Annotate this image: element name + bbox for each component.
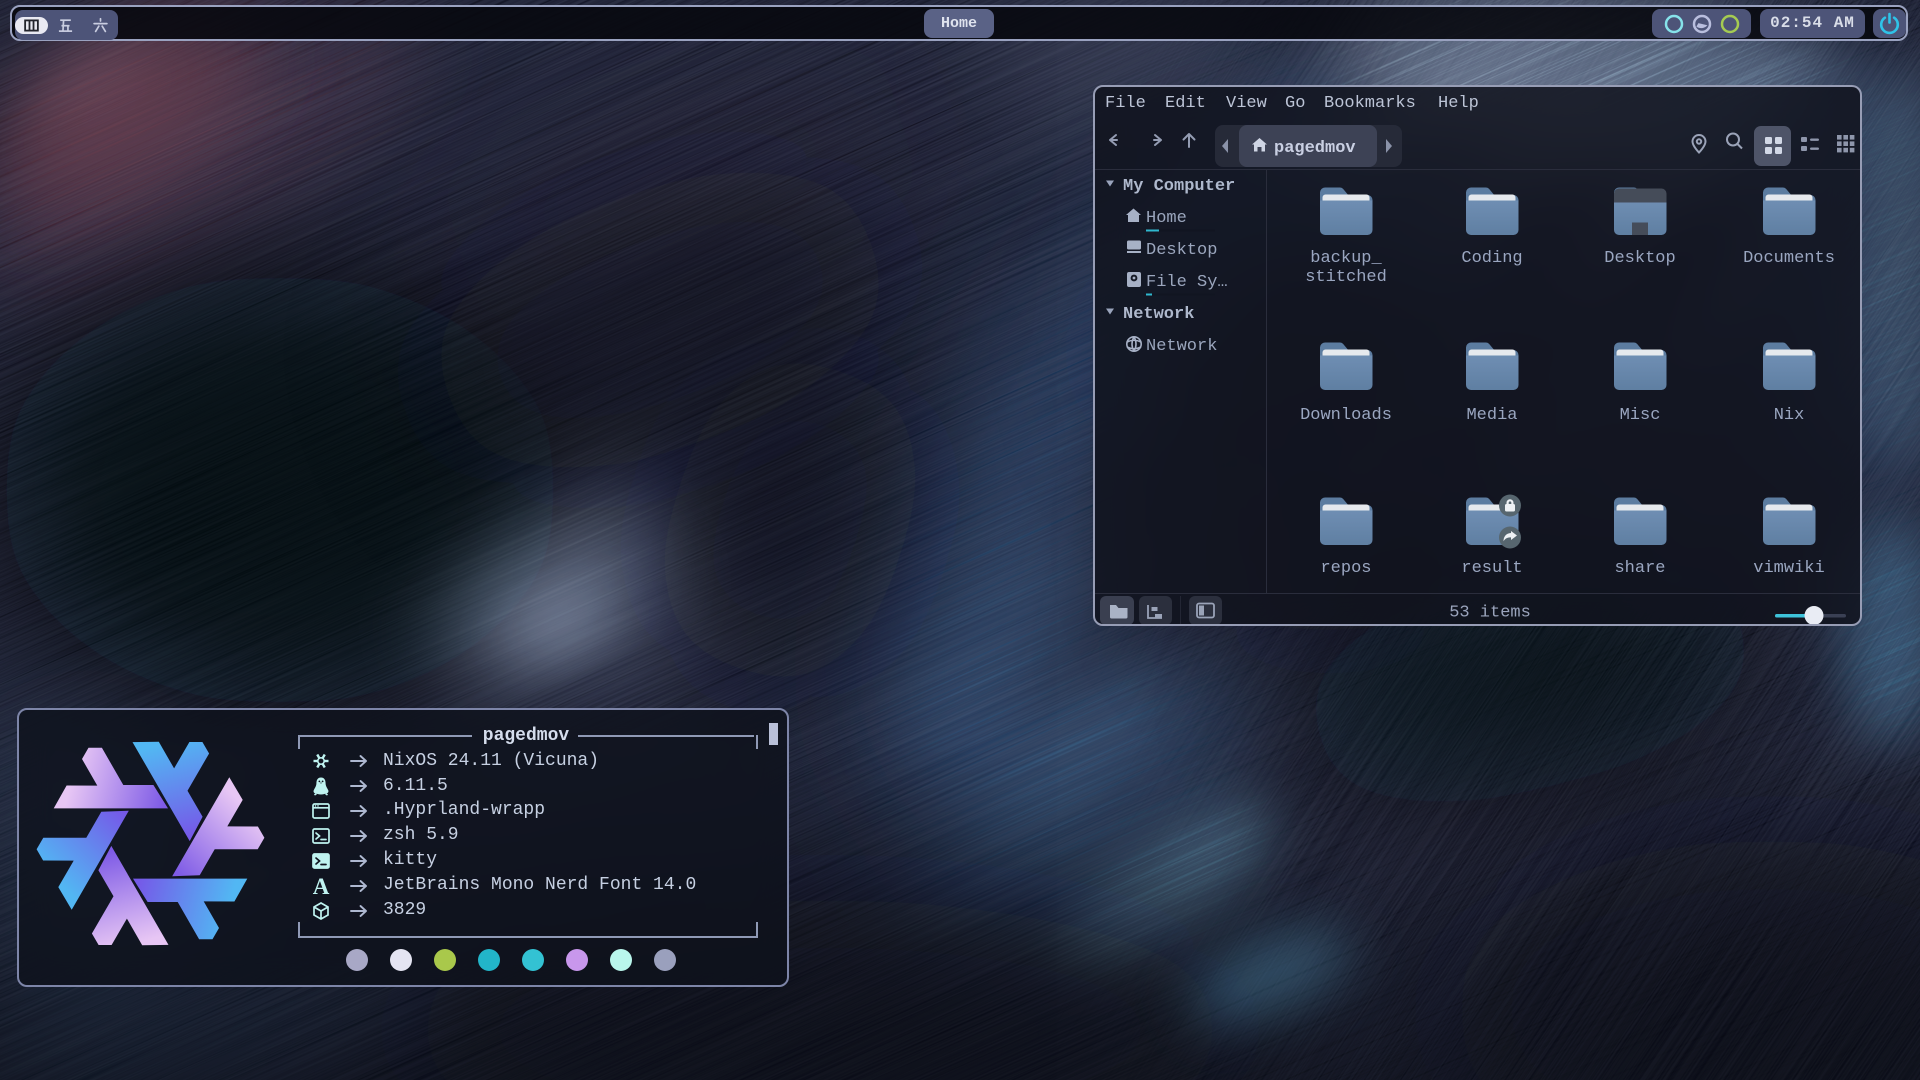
svg-text:A: A [313, 874, 330, 899]
svg-text:My Computer: My Computer [1123, 177, 1235, 196]
svg-text:Home: Home [1146, 209, 1187, 228]
svg-text:Network: Network [1146, 337, 1217, 356]
svg-text:53 items: 53 items [1449, 604, 1531, 623]
svg-text:File Sy…: File Sy… [1146, 273, 1228, 292]
svg-text:pagedmov: pagedmov [1274, 139, 1356, 158]
svg-text:Desktop: Desktop [1146, 241, 1217, 260]
svg-text:Network: Network [1123, 305, 1194, 324]
